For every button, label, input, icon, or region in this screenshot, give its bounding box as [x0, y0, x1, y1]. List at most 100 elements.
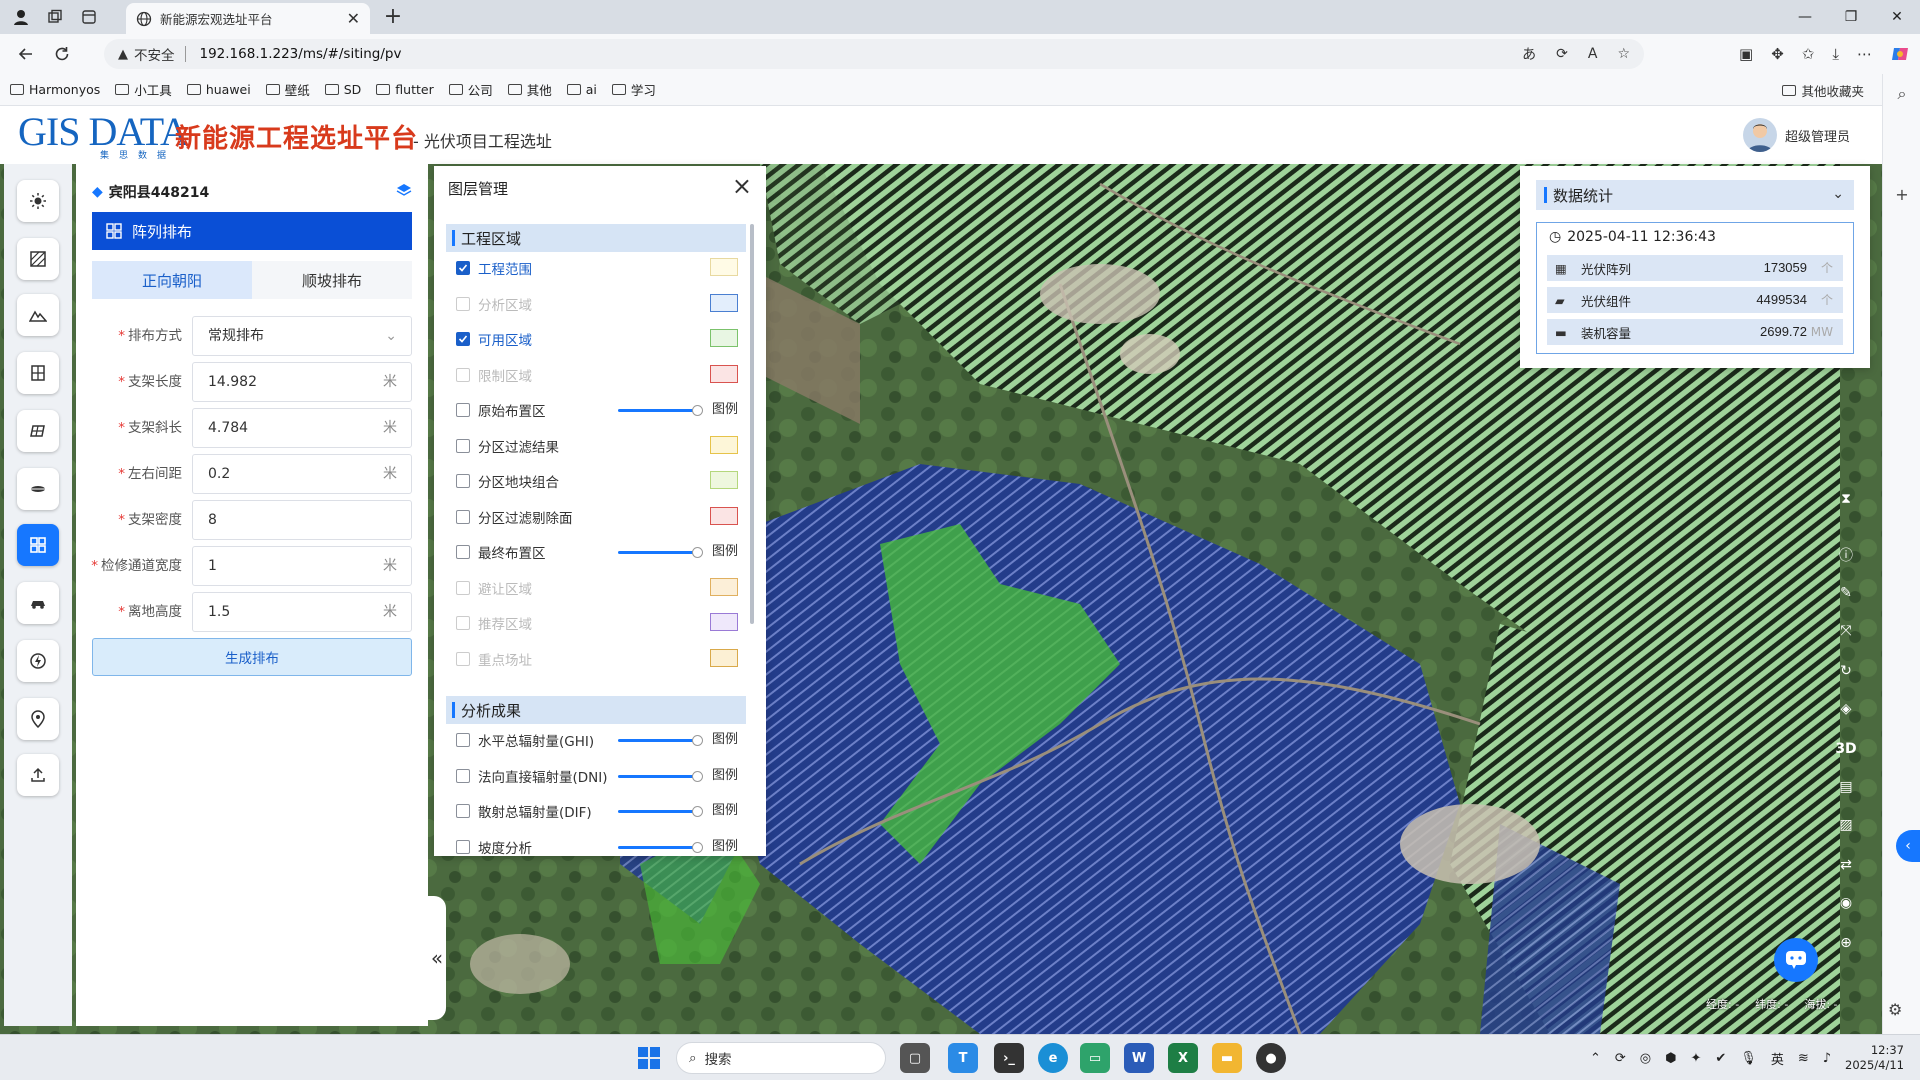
- opacity-slider[interactable]: [618, 841, 703, 853]
- back-button[interactable]: [8, 36, 44, 72]
- bookmark-ai[interactable]: ai: [566, 82, 597, 97]
- task-view-icon[interactable]: ▢: [900, 1043, 930, 1073]
- legend-link[interactable]: 图例: [712, 540, 738, 564]
- ruler-icon[interactable]: ✎: [1828, 578, 1864, 608]
- app-icon-fluent[interactable]: T: [948, 1043, 978, 1073]
- favorites-icon[interactable]: ✩: [1802, 45, 1815, 63]
- collapse-panel-button[interactable]: «: [428, 896, 446, 1020]
- hatch-area-icon[interactable]: [17, 238, 59, 280]
- stats-header[interactable]: 数据统计 ⌄: [1536, 180, 1854, 210]
- chart-icon[interactable]: ▤: [1828, 772, 1864, 802]
- clock[interactable]: 12:37 2025/4/11: [1845, 1043, 1904, 1073]
- opacity-slider[interactable]: [618, 735, 703, 746]
- chevron-up-icon[interactable]: ⌃: [1590, 1051, 1601, 1066]
- warning-icon[interactable]: ▲: [118, 47, 128, 62]
- chat-assistant-button[interactable]: [1774, 938, 1818, 982]
- ground-height-input[interactable]: 1.5 米: [192, 592, 412, 632]
- bookmark-sd[interactable]: SD: [324, 82, 361, 97]
- taskbar-search[interactable]: ⌕ 搜索: [676, 1042, 886, 1074]
- rack-slant-input[interactable]: 4.784 米: [192, 408, 412, 448]
- location-pin-icon[interactable]: [17, 698, 59, 740]
- input-language[interactable]: 英: [1771, 1049, 1784, 1068]
- terrain-icon[interactable]: [17, 294, 59, 336]
- expand-side-button[interactable]: ‹: [1896, 830, 1920, 862]
- image-icon[interactable]: ▨: [1828, 810, 1864, 840]
- color-swatch[interactable]: [710, 577, 738, 596]
- word-icon[interactable]: W: [1124, 1043, 1154, 1073]
- color-swatch[interactable]: [710, 648, 738, 667]
- legend-link[interactable]: 图例: [712, 835, 738, 859]
- layer-checkbox[interactable]: [456, 545, 470, 559]
- bookmark-study[interactable]: 学习: [611, 80, 656, 99]
- workspaces-icon[interactable]: [38, 0, 72, 34]
- layer-checkbox[interactable]: [456, 438, 470, 453]
- opacity-slider[interactable]: [618, 547, 703, 558]
- swap-icon[interactable]: ⇄: [1828, 850, 1864, 880]
- search-icon[interactable]: ⌕: [1883, 74, 1920, 114]
- color-swatch[interactable]: [710, 364, 738, 383]
- search-tray-icon[interactable]: ◎: [1640, 1051, 1651, 1066]
- legend-link[interactable]: 图例: [712, 764, 738, 788]
- rack-length-input[interactable]: 14.982 米: [192, 362, 412, 402]
- layer-checkbox[interactable]: [456, 768, 470, 783]
- color-swatch[interactable]: [710, 435, 738, 454]
- opacity-slider[interactable]: [618, 806, 703, 817]
- terminal-icon[interactable]: ›_: [994, 1043, 1024, 1073]
- opacity-slider[interactable]: [618, 405, 703, 416]
- color-swatch[interactable]: [710, 329, 738, 347]
- bookmark-flutter[interactable]: flutter: [376, 82, 434, 97]
- layer-checkbox[interactable]: [456, 733, 470, 747]
- close-window-icon[interactable]: ✕: [1874, 0, 1920, 34]
- upload-icon[interactable]: [17, 754, 59, 796]
- bookmark-tools[interactable]: 小工具: [115, 80, 172, 99]
- more-menu-icon[interactable]: ⋯: [1857, 45, 1872, 63]
- layer-checkbox[interactable]: [456, 332, 470, 346]
- layer-checkbox[interactable]: [456, 403, 470, 417]
- building-icon[interactable]: [17, 352, 59, 394]
- check-icon[interactable]: ✔: [1715, 1051, 1726, 1066]
- array-layout-icon[interactable]: [17, 524, 59, 566]
- layers-stack-icon[interactable]: [17, 468, 59, 510]
- wechat-icon[interactable]: ✦: [1690, 1051, 1701, 1066]
- excel-icon[interactable]: X: [1168, 1043, 1198, 1073]
- chevron-down-icon[interactable]: ⌄: [1832, 186, 1844, 202]
- color-swatch[interactable]: [710, 506, 738, 525]
- opacity-slider[interactable]: [618, 770, 703, 782]
- bookmark-other[interactable]: 其他: [507, 80, 552, 99]
- other-bookmarks[interactable]: 其他收藏夹: [1782, 74, 1864, 106]
- wifi-icon[interactable]: ≋: [1798, 1051, 1809, 1066]
- app-icon-round[interactable]: ●: [1256, 1043, 1286, 1073]
- tab-actions-icon[interactable]: [72, 0, 106, 34]
- bookmark-company[interactable]: 公司: [448, 80, 493, 99]
- legend-link[interactable]: 图例: [712, 728, 738, 752]
- 3d-toggle[interactable]: 3D: [1828, 734, 1864, 764]
- downloads-icon[interactable]: ⤓: [1832, 45, 1839, 63]
- layer-checkbox[interactable]: [456, 474, 470, 488]
- color-swatch[interactable]: [710, 471, 738, 489]
- remote-desktop-icon[interactable]: ▭: [1080, 1043, 1110, 1073]
- browser-tab-active[interactable]: 新能源宏观选址平台 ✕: [126, 3, 370, 34]
- insecure-label[interactable]: 不安全: [134, 44, 175, 64]
- tab-along-slope[interactable]: 顺坡排布: [252, 261, 412, 299]
- sync-icon[interactable]: ⟳: [1615, 1051, 1626, 1066]
- close-tab-icon[interactable]: ✕: [347, 9, 360, 28]
- scrollbar[interactable]: [750, 224, 754, 624]
- new-tab-button[interactable]: +: [382, 4, 404, 29]
- extensions-icon[interactable]: ✥: [1771, 45, 1784, 63]
- lr-spacing-input[interactable]: 0.2 米: [192, 454, 412, 494]
- settings-gear-icon[interactable]: ⚙: [1888, 1000, 1902, 1019]
- url-text[interactable]: 192.168.1.223/ms/#/siting/pv: [200, 46, 402, 62]
- microphone-icon[interactable]: 🎙: [1740, 1051, 1757, 1066]
- layer-toggle-icon[interactable]: [396, 182, 412, 198]
- legend-link[interactable]: 图例: [712, 398, 738, 422]
- bookmark-wallpaper[interactable]: 壁纸: [265, 80, 310, 99]
- compass-icon[interactable]: ◉: [1828, 888, 1864, 918]
- hourglass-icon[interactable]: ⧗: [1828, 484, 1864, 514]
- energy-icon[interactable]: [17, 640, 59, 682]
- favorite-star-icon[interactable]: ☆: [1617, 46, 1630, 62]
- solar-panel-icon[interactable]: [17, 410, 59, 452]
- minimize-icon[interactable]: —: [1782, 0, 1828, 34]
- legend-link[interactable]: 图例: [712, 799, 738, 823]
- color-swatch[interactable]: [710, 258, 738, 276]
- bookmark-huawei[interactable]: huawei: [186, 82, 251, 97]
